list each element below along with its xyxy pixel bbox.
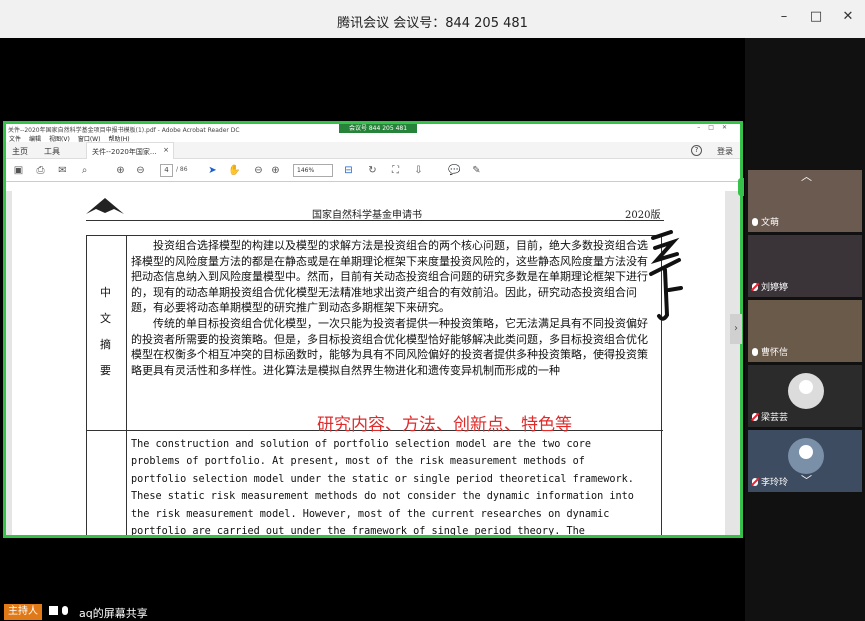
mic-muted-icon (752, 412, 758, 421)
zoom-select[interactable]: 146% (293, 164, 333, 177)
share-toolbar-tab[interactable] (738, 178, 744, 196)
help-icon[interactable]: ? (691, 145, 702, 156)
chinese-abstract: 投资组合选择模型的构建以及模型的求解方法是投资组合的两个核心问题，目前，绝大多数… (131, 239, 648, 377)
page-up-icon[interactable]: ⊕ (114, 164, 127, 177)
acrobat-tabbar: 主页 工具 关件--2020年国家... × ? 登录 (6, 142, 740, 159)
nsfc-logo (86, 198, 124, 214)
minimize-button[interactable]: – (777, 10, 791, 24)
select-cursor-icon[interactable]: ➤ (206, 164, 219, 177)
fit-page-icon[interactable]: ⊟ (342, 164, 355, 177)
screen-share-label: aq的屏幕共享 (79, 607, 148, 620)
acrobat-toolbar: ▣ ⎙ ✉ ⌕ ⊕ ⊖ 4 / 86 ➤ ✋ ⊖ ⊕ 146% ⊟ ↻ ⛶ ⇩ … (6, 159, 740, 182)
avatar (788, 438, 824, 474)
acrobat-window-controls: –□✕ (697, 124, 735, 131)
participant-tile[interactable]: 刘婷婷 (748, 235, 862, 297)
tab-document-label: 关件--2020年国家... (92, 148, 157, 156)
save-icon[interactable]: ▣ (12, 164, 25, 177)
participant-name: 曹怀信 (761, 348, 789, 358)
tab-home[interactable]: 主页 (12, 146, 28, 157)
pdf-page: 国家自然科学基金申请书 2020版 中 文 摘 要 投资组合选择模型的构建以及模… (12, 191, 725, 538)
fullscreen-icon[interactable]: ⛶ (389, 164, 402, 177)
close-button[interactable]: ✕ (841, 10, 855, 24)
participant-name: 梁芸芸 (761, 413, 789, 423)
page-number-input[interactable]: 4 (160, 164, 173, 177)
meeting-id-badge: 会议号 844 205 481 (339, 124, 417, 133)
menu-edit[interactable]: 编辑 (29, 134, 41, 143)
screen-share-view[interactable]: 关件--2020年国家自然科学基金项目申报书模板(1).pdf - Adobe … (3, 121, 743, 538)
acrobat-titlebar: 关件--2020年国家自然科学基金项目申报书模板(1).pdf - Adobe … (6, 124, 740, 134)
meeting-title: 腾讯会议 会议号：844 205 481 (337, 16, 528, 31)
rotate-icon[interactable]: ↻ (366, 164, 379, 177)
pen-icon[interactable]: ✎ (470, 164, 483, 177)
acrobat-menubar: 文件 编辑 视图(V) 窗口(W) 帮助(H) (6, 134, 740, 143)
participant-tile[interactable]: 曹怀信 (748, 300, 862, 362)
collapse-sidebar-arrow[interactable]: › (730, 314, 742, 344)
download-icon[interactable]: ⇩ (412, 164, 425, 177)
tab-tools[interactable]: 工具 (44, 146, 60, 157)
avatar (788, 373, 824, 409)
participant-tile[interactable]: ﹀ 李玲玲 (748, 430, 862, 492)
label-char: 要 (100, 364, 111, 377)
tab-document[interactable]: 关件--2020年国家... × (86, 142, 174, 159)
mic-icon (62, 606, 68, 615)
menu-view[interactable]: 视图(V) (49, 134, 70, 143)
participants-panel: ︿ 文萌 刘婷婷 曹怀信 梁芸芸 ﹀ 李玲玲 (745, 38, 865, 621)
chevron-down-icon[interactable]: ﹀ (801, 472, 812, 488)
red-annotation-text: 研究内容、方法、创新点、特色等 (317, 415, 572, 435)
mic-icon (752, 347, 758, 356)
hand-tool-icon[interactable]: ✋ (228, 164, 241, 177)
menu-window[interactable]: 窗口(W) (78, 134, 101, 143)
page-count: / 86 (176, 166, 188, 173)
document-viewport[interactable]: 国家自然科学基金申请书 2020版 中 文 摘 要 投资组合选择模型的构建以及模… (6, 191, 740, 538)
participant-name: 刘婷婷 (761, 283, 789, 293)
label-char: 文 (100, 312, 111, 325)
zoom-out-icon[interactable]: ⊖ (252, 164, 265, 177)
menu-help[interactable]: 帮助(H) (108, 134, 129, 143)
zoom-in-icon[interactable]: ⊕ (269, 164, 282, 177)
abstract-table: 中 文 摘 要 投资组合选择模型的构建以及模型的求解方法是投资组合的两个核心问题… (86, 235, 663, 538)
email-icon[interactable]: ✉ (56, 164, 69, 177)
participant-tile[interactable]: ︿ 文萌 (748, 170, 862, 232)
mic-muted-icon (752, 477, 758, 486)
mic-icon (752, 217, 758, 226)
participant-name: 文萌 (761, 218, 780, 228)
column-divider (126, 236, 127, 535)
participant-tile[interactable]: 梁芸芸 (748, 365, 862, 427)
participant-name: 李玲玲 (761, 478, 789, 488)
screen-share-icon (49, 606, 58, 615)
acrobat-title: 关件--2020年国家自然科学基金项目申报书模板(1).pdf - Adobe … (8, 127, 240, 134)
print-icon[interactable]: ⎙ (34, 164, 47, 177)
chevron-up-icon[interactable]: ︿ (801, 170, 812, 184)
host-badge: 主持人 (4, 604, 42, 620)
label-char: 摘 (100, 338, 111, 351)
login-button[interactable]: 登录 (717, 146, 733, 157)
window-titlebar: 腾讯会议 会议号：844 205 481 – □ ✕ (0, 0, 865, 38)
maximize-button[interactable]: □ (809, 10, 823, 24)
mic-muted-icon (752, 282, 758, 291)
header-divider (86, 220, 664, 221)
tab-close-icon[interactable]: × (163, 146, 169, 154)
english-abstract: The construction and solution of portfol… (131, 439, 634, 538)
document-header-title: 国家自然科学基金申请书 (312, 210, 422, 221)
comment-icon[interactable]: 💬 (448, 164, 461, 177)
handwritten-mark (649, 230, 683, 321)
bottom-status-bar: 主持人 aq的屏幕共享 (0, 601, 745, 621)
label-char: 中 (100, 286, 111, 299)
menu-file[interactable]: 文件 (9, 134, 21, 143)
search-icon[interactable]: ⌕ (78, 164, 91, 177)
page-down-icon[interactable]: ⊖ (134, 164, 147, 177)
document-header-year: 2020版 (625, 210, 661, 221)
